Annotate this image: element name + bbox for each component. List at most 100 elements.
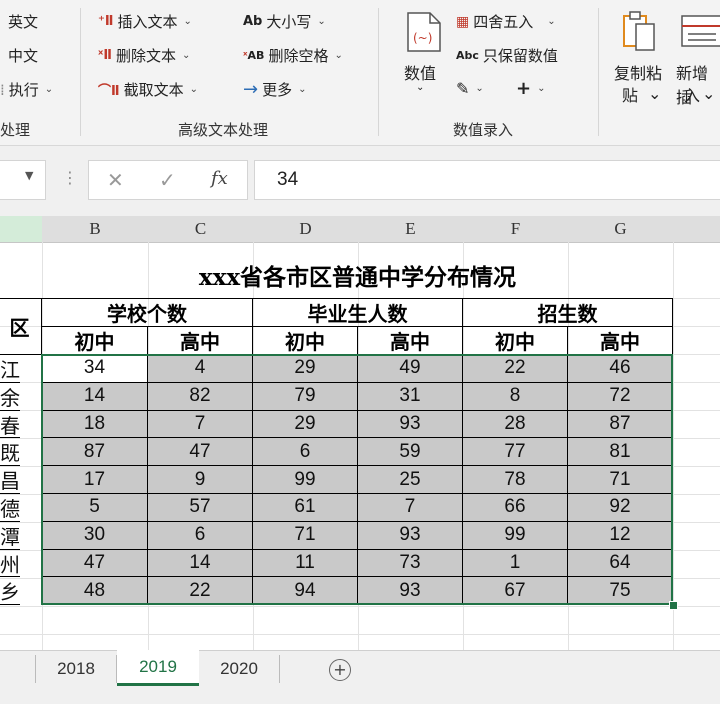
spreadsheet-grid[interactable]: BCDEFG xxx省各市区普通中学分布情况区学校个数 毕业生人数 招生数 初中 高中初… <box>0 216 720 650</box>
data-cell[interactable]: 31 <box>358 382 463 411</box>
chevron-down-icon: ⌄ <box>475 83 484 94</box>
data-cell[interactable]: 73 <box>358 549 463 578</box>
add-button[interactable]: + ⌄ <box>516 78 545 99</box>
trim-spaces-button[interactable]: ˣAB 删除空格 ⌄ <box>243 45 343 66</box>
data-cell[interactable]: 66 <box>463 494 568 522</box>
data-cell[interactable]: 22 <box>148 577 253 606</box>
data-cell[interactable]: 59 <box>358 438 463 467</box>
data-cell[interactable]: 34 <box>42 355 148 383</box>
data-cell[interactable]: 93 <box>358 577 463 606</box>
data-cell[interactable]: 87 <box>568 410 673 439</box>
add-sheet-icon[interactable]: + <box>329 659 351 681</box>
keep-numbers-button[interactable]: Abc 只保留数值 <box>456 45 558 66</box>
data-cell[interactable]: 87 <box>42 438 148 467</box>
data-cell[interactable]: 64 <box>568 549 673 578</box>
fill-handle[interactable] <box>669 601 678 610</box>
column-header-h[interactable] <box>673 216 720 243</box>
data-cell[interactable]: 46 <box>568 355 673 383</box>
name-box[interactable]: ▼ <box>0 160 46 200</box>
data-cell[interactable]: 30 <box>42 521 148 550</box>
extract-text-button[interactable]: ⌒Ⅱ 截取文本 ⌄ <box>98 79 198 100</box>
data-cell[interactable]: 77 <box>463 438 568 467</box>
add-sheet-glyph: + <box>333 660 347 679</box>
confirm-icon[interactable]: ✓ <box>159 168 176 192</box>
data-cell[interactable]: 11 <box>253 549 358 578</box>
data-cell[interactable]: 99 <box>463 521 568 550</box>
data-cell[interactable]: 79 <box>253 382 358 411</box>
keep-numbers-label: 只保留数值 <box>482 47 558 65</box>
function-icon[interactable]: fx <box>211 168 228 189</box>
data-cell[interactable]: 82 <box>148 382 253 411</box>
data-cell[interactable]: 6 <box>148 521 253 550</box>
data-cell[interactable]: 71 <box>253 521 358 550</box>
insert-text-button[interactable]: ⁺Ⅱ 插入文本 ⌄ <box>98 11 192 32</box>
execute-button[interactable]: ⁞ 执行 ⌄ <box>0 79 53 100</box>
case-button[interactable]: Ab 大小写 ⌄ <box>243 11 326 32</box>
data-cell[interactable]: 75 <box>568 577 673 606</box>
data-cell[interactable]: 72 <box>568 382 673 411</box>
data-cell[interactable]: 49 <box>358 355 463 383</box>
data-cell[interactable]: 61 <box>253 494 358 522</box>
cancel-icon[interactable]: ✕ <box>107 168 124 192</box>
column-header-g[interactable]: G <box>568 216 674 243</box>
data-cell[interactable]: 4 <box>148 355 253 383</box>
data-cell[interactable]: 81 <box>568 438 673 467</box>
data-cell[interactable]: 71 <box>568 466 673 494</box>
tab-2020[interactable]: 2020 <box>199 651 279 687</box>
column-header-c[interactable]: C <box>148 216 254 243</box>
english-button[interactable]: 英文 <box>8 11 38 32</box>
data-cell[interactable]: 5 <box>42 494 148 522</box>
clipboard-icon <box>623 11 655 51</box>
more-options-icon[interactable]: ⋮ <box>62 168 78 187</box>
data-cell[interactable]: 47 <box>42 549 148 578</box>
data-cell[interactable]: 8 <box>463 382 568 411</box>
data-cell[interactable]: 6 <box>253 438 358 467</box>
column-header-e[interactable]: E <box>358 216 464 243</box>
data-cell[interactable]: 92 <box>568 494 673 522</box>
data-cell[interactable]: 12 <box>568 521 673 550</box>
data-cell[interactable]: 47 <box>148 438 253 467</box>
data-cell[interactable]: 29 <box>253 355 358 383</box>
data-cell[interactable]: 93 <box>358 521 463 550</box>
data-cell[interactable]: 1 <box>463 549 568 578</box>
number-button[interactable]: (~) 数值 ⌄ <box>398 10 446 100</box>
more-button[interactable]: → 更多 ⌄ <box>243 79 307 100</box>
data-cell[interactable]: 29 <box>253 410 358 439</box>
formula-actions: ✕ ✓ fx <box>88 160 248 200</box>
formula-input[interactable]: 34 <box>254 160 720 200</box>
data-cell[interactable]: 7 <box>358 494 463 522</box>
data-cell[interactable]: 14 <box>42 382 148 411</box>
round-button[interactable]: ▦ 四舍五入 ⌄ <box>456 11 556 32</box>
column-header-d[interactable]: D <box>253 216 359 243</box>
data-cell[interactable]: 22 <box>463 355 568 383</box>
new-insert-button[interactable]: 新增插 入 ⌄ <box>674 10 720 105</box>
group-label-processing: 处理 <box>0 121 31 139</box>
data-cell[interactable]: 78 <box>463 466 568 494</box>
data-cell[interactable]: 9 <box>148 466 253 494</box>
data-cell[interactable]: 28 <box>463 410 568 439</box>
column-header-f[interactable]: F <box>463 216 569 243</box>
chinese-button[interactable]: 中文 <box>8 45 38 66</box>
grid-vline <box>673 242 674 650</box>
data-cell[interactable]: 7 <box>148 410 253 439</box>
data-cell[interactable]: 48 <box>42 577 148 606</box>
edit-button[interactable]: ✎ ⌄ <box>456 79 484 98</box>
data-cell[interactable]: 17 <box>42 466 148 494</box>
group-label-number-entry: 数值录入 <box>453 121 514 139</box>
data-cell[interactable]: 57 <box>148 494 253 522</box>
data-cell[interactable]: 93 <box>358 410 463 439</box>
column-header-a[interactable] <box>0 216 43 243</box>
sub-header: 初中 <box>42 326 148 355</box>
data-cell[interactable]: 99 <box>253 466 358 494</box>
tab-2018[interactable]: 2018 <box>36 651 116 687</box>
data-cell[interactable]: 14 <box>148 549 253 578</box>
ribbon-divider <box>378 8 379 136</box>
data-cell[interactable]: 25 <box>358 466 463 494</box>
data-cell[interactable]: 67 <box>463 577 568 606</box>
column-header-b[interactable]: B <box>42 216 149 243</box>
tab-2019[interactable]: 2019 <box>117 650 199 686</box>
data-cell[interactable]: 94 <box>253 577 358 606</box>
data-cell[interactable]: 18 <box>42 410 148 439</box>
copy-paste-button[interactable]: 复制粘 贴 ⌄ <box>612 10 670 105</box>
delete-text-button[interactable]: ˣⅡ 删除文本 ⌄ <box>98 45 190 66</box>
